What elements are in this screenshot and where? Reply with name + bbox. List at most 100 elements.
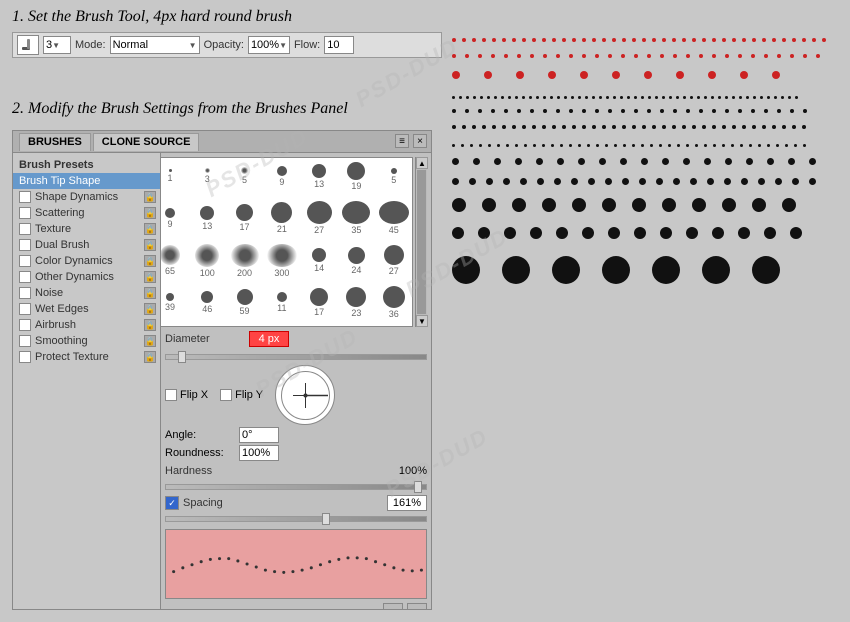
texture-checkbox[interactable] xyxy=(19,223,31,235)
brush-cell[interactable]: 46 xyxy=(189,285,225,321)
panel-menu-button[interactable]: ≡ xyxy=(395,134,409,148)
brush-cell[interactable]: 17 xyxy=(227,200,263,236)
brush-cell[interactable]: 24 xyxy=(338,243,374,279)
brush-cell[interactable]: 23 xyxy=(338,285,374,321)
brush-cell[interactable]: 19 xyxy=(338,158,374,194)
brush-cell[interactable]: 300 xyxy=(264,243,300,279)
smoothing-checkbox[interactable] xyxy=(19,335,31,347)
brush-cell[interactable]: 5 xyxy=(376,158,412,194)
flip-y-checkbox[interactable] xyxy=(220,389,232,401)
brush-presets-label[interactable]: Brush Presets xyxy=(13,157,160,173)
hardness-slider-handle[interactable] xyxy=(414,481,422,493)
bottom-icon-1[interactable]: ↙ xyxy=(383,603,403,609)
diameter-slider-handle[interactable] xyxy=(178,351,186,363)
hardness-value: 100% xyxy=(399,465,427,477)
scroll-up-btn[interactable]: ▲ xyxy=(416,157,428,169)
brush-cell[interactable]: 35 xyxy=(338,200,374,236)
brush-cell[interactable]: 200 xyxy=(227,243,263,279)
sidebar-item-brush-tip-shape[interactable]: Brush Tip Shape xyxy=(13,173,160,189)
brush-cell[interactable]: 13 xyxy=(301,158,337,194)
dot-row-9 xyxy=(450,176,840,190)
dot-row-6 xyxy=(450,122,840,134)
diameter-slider[interactable] xyxy=(165,351,427,363)
shape-dynamics-checkbox[interactable] xyxy=(19,191,31,203)
mode-dropdown[interactable]: Normal ▼ xyxy=(110,36,200,54)
scroll-down-btn[interactable]: ▼ xyxy=(416,315,428,327)
brush-cell[interactable]: 36 xyxy=(376,285,412,321)
panel-close-button[interactable]: × xyxy=(413,134,427,148)
brush-cell[interactable]: 17 xyxy=(301,285,337,321)
sidebar-item-color-dynamics[interactable]: Color Dynamics 🔒 xyxy=(13,253,160,269)
tab-brushes[interactable]: BRUSHES xyxy=(19,133,91,151)
brush-cell[interactable]: 21 xyxy=(264,200,300,236)
grid-scrollbar[interactable]: ▲ ▼ xyxy=(415,157,427,327)
other-dynamics-lock: 🔒 xyxy=(144,271,156,283)
other-dynamics-checkbox[interactable] xyxy=(19,271,31,283)
brush-cell[interactable]: 9 xyxy=(264,158,300,194)
airbrush-label: Airbrush xyxy=(35,319,76,331)
brush-cell[interactable]: 3 xyxy=(189,158,225,194)
dot-row-4 xyxy=(450,92,840,104)
flip-y-item: Flip Y xyxy=(220,389,263,401)
flip-row: Flip X Flip Y xyxy=(165,365,427,425)
dual-brush-lock: 🔒 xyxy=(144,239,156,251)
protect-texture-checkbox[interactable] xyxy=(19,351,31,363)
sidebar-item-scattering[interactable]: Scattering 🔒 xyxy=(13,205,160,221)
roundness-input[interactable] xyxy=(239,445,279,461)
hardness-slider[interactable] xyxy=(165,481,427,493)
dot-row-1-content xyxy=(450,35,830,47)
tab-clone-source[interactable]: CLONE SOURCE xyxy=(93,133,200,151)
sidebar-item-protect-texture[interactable]: Protect Texture 🔒 xyxy=(13,349,160,365)
flow-dropdown[interactable]: 10 xyxy=(324,36,354,54)
sidebar-item-other-dynamics[interactable]: Other Dynamics 🔒 xyxy=(13,269,160,285)
brush-cell[interactable]: 14 xyxy=(301,243,337,279)
sidebar-item-airbrush[interactable]: Airbrush 🔒 xyxy=(13,317,160,333)
brush-cell[interactable]: 59 xyxy=(227,285,263,321)
angle-dial[interactable] xyxy=(275,365,335,425)
airbrush-checkbox[interactable] xyxy=(19,319,31,331)
color-dynamics-checkbox[interactable] xyxy=(19,255,31,267)
brush-cell[interactable]: 39 xyxy=(161,285,188,321)
brush-cell[interactable]: 9 xyxy=(161,200,188,236)
brush-cell[interactable]: 1 xyxy=(161,158,188,194)
sidebar-item-smoothing[interactable]: Smoothing 🔒 xyxy=(13,333,160,349)
diameter-value[interactable]: 4 px xyxy=(249,331,289,347)
brush-size-dropdown[interactable]: 3 ▼ xyxy=(43,36,71,54)
spacing-slider-track xyxy=(165,516,427,522)
brush-size-arrow: ▼ xyxy=(52,41,60,50)
scroll-thumb[interactable] xyxy=(417,170,426,314)
flip-x-checkbox[interactable] xyxy=(165,389,177,401)
sidebar-item-wet-edges[interactable]: Wet Edges 🔒 xyxy=(13,301,160,317)
spacing-label: Spacing xyxy=(183,497,223,509)
angle-input[interactable] xyxy=(239,427,279,443)
sidebar-item-shape-dynamics[interactable]: Shape Dynamics 🔒 xyxy=(13,189,160,205)
brush-cell[interactable]: 5 xyxy=(227,158,263,194)
brush-cell[interactable]: 27 xyxy=(376,243,412,279)
wet-edges-checkbox[interactable] xyxy=(19,303,31,315)
dot-row-3-content xyxy=(450,69,830,84)
brush-cell[interactable]: 13 xyxy=(189,200,225,236)
roundness-label: Roundness: xyxy=(165,447,235,459)
brush-cell[interactable]: 100 xyxy=(189,243,225,279)
brush-tool-icon[interactable] xyxy=(17,35,39,55)
spacing-checkbox[interactable]: ✓ xyxy=(165,496,179,510)
bottom-icon-2[interactable]: ⊞ xyxy=(407,603,427,609)
brush-cell[interactable]: 11 xyxy=(264,285,300,321)
brush-cell[interactable]: 65 xyxy=(161,243,188,279)
sidebar-item-texture[interactable]: Texture 🔒 xyxy=(13,221,160,237)
dual-brush-label: Dual Brush xyxy=(35,239,89,251)
sidebar-item-dual-brush[interactable]: Dual Brush 🔒 xyxy=(13,237,160,253)
sidebar-item-noise[interactable]: Noise 🔒 xyxy=(13,285,160,301)
opacity-dropdown[interactable]: 100% ▼ xyxy=(248,36,290,54)
angle-controls: Angle: Roundness: xyxy=(165,427,427,461)
dot-row-7-content xyxy=(450,140,830,152)
spacing-slider[interactable] xyxy=(165,513,427,525)
spacing-slider-handle[interactable] xyxy=(322,513,330,525)
dual-brush-checkbox[interactable] xyxy=(19,239,31,251)
brush-cell[interactable]: 45 xyxy=(376,200,412,236)
shape-dynamics-lock: 🔒 xyxy=(144,191,156,203)
brush-cell[interactable]: 27 xyxy=(301,200,337,236)
flip-y-label: Flip Y xyxy=(235,389,263,401)
noise-checkbox[interactable] xyxy=(19,287,31,299)
scattering-checkbox[interactable] xyxy=(19,207,31,219)
